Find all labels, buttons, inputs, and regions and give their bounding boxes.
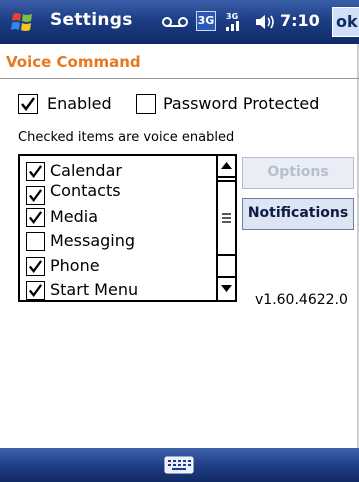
- list-item-label: Media: [50, 207, 99, 226]
- calendar-checkbox[interactable]: [26, 162, 45, 181]
- list-item-messaging[interactable]: Messaging: [26, 231, 216, 256]
- list-item-media[interactable]: Media: [26, 207, 216, 232]
- voice-enabled-hint: Checked items are voice enabled: [18, 130, 235, 145]
- list-item-label: Calendar: [50, 161, 122, 180]
- svg-text:3G: 3G: [226, 12, 238, 21]
- options-button[interactable]: Options: [242, 157, 354, 189]
- page-title: Voice Command: [6, 53, 141, 71]
- voicemail-icon: [162, 17, 188, 27]
- signal-strength-icon: 3G: [226, 12, 239, 31]
- arrow-down-icon: [221, 285, 232, 292]
- enabled-label[interactable]: Enabled: [47, 94, 112, 113]
- app-title: Settings: [50, 10, 133, 30]
- password-protected-label[interactable]: Password Protected: [163, 94, 319, 113]
- checkmark-icon: [28, 189, 43, 203]
- title-bar: Settings 3G 3G 7:10 ok: [0, 0, 359, 44]
- clock[interactable]: 7:10: [280, 11, 320, 30]
- list-item-label: Contacts: [50, 181, 121, 200]
- list-item-label: Phone: [50, 256, 100, 275]
- enabled-checkbox[interactable]: [18, 94, 38, 114]
- soft-key-bar: [0, 448, 359, 482]
- arrow-up-icon: [221, 162, 232, 169]
- checkmark-icon: [28, 165, 43, 179]
- volume-icon[interactable]: [254, 13, 276, 31]
- version-label: v1.60.4622.0: [255, 292, 348, 308]
- checkmark-icon: [28, 211, 43, 225]
- voice-items-list[interactable]: Calendar Contacts Media Messaging Phone: [18, 154, 237, 302]
- password-protected-checkbox[interactable]: [136, 94, 156, 114]
- scroll-up-button[interactable]: [218, 156, 235, 178]
- 3g-network-icon: 3G: [196, 11, 216, 31]
- scroll-down-button[interactable]: [218, 276, 235, 300]
- list-scrollbar[interactable]: [216, 156, 235, 300]
- windows-start-icon[interactable]: [10, 9, 36, 35]
- checkmark-icon: [28, 260, 43, 274]
- list-item-label: Start Menu: [50, 280, 139, 299]
- start-menu-checkbox[interactable]: [26, 281, 45, 300]
- media-checkbox[interactable]: [26, 208, 45, 227]
- keyboard-icon[interactable]: [164, 456, 194, 474]
- contacts-checkbox[interactable]: [26, 186, 45, 205]
- title-divider: [0, 78, 359, 79]
- checkmark-icon: [21, 97, 35, 111]
- notifications-button[interactable]: Notifications: [242, 198, 354, 230]
- list-item-label: Messaging: [50, 231, 136, 250]
- checkmark-icon: [28, 284, 43, 298]
- scroll-thumb[interactable]: [218, 180, 235, 256]
- device-screen: Settings 3G 3G 7:10 ok Voice Command Ena…: [0, 0, 359, 482]
- list-item-start-menu[interactable]: Start Menu: [26, 280, 216, 300]
- phone-checkbox[interactable]: [26, 257, 45, 276]
- ok-button[interactable]: ok: [332, 7, 359, 37]
- grip-icon: [222, 213, 231, 223]
- messaging-checkbox[interactable]: [26, 232, 45, 251]
- list-item-phone[interactable]: Phone: [26, 256, 216, 281]
